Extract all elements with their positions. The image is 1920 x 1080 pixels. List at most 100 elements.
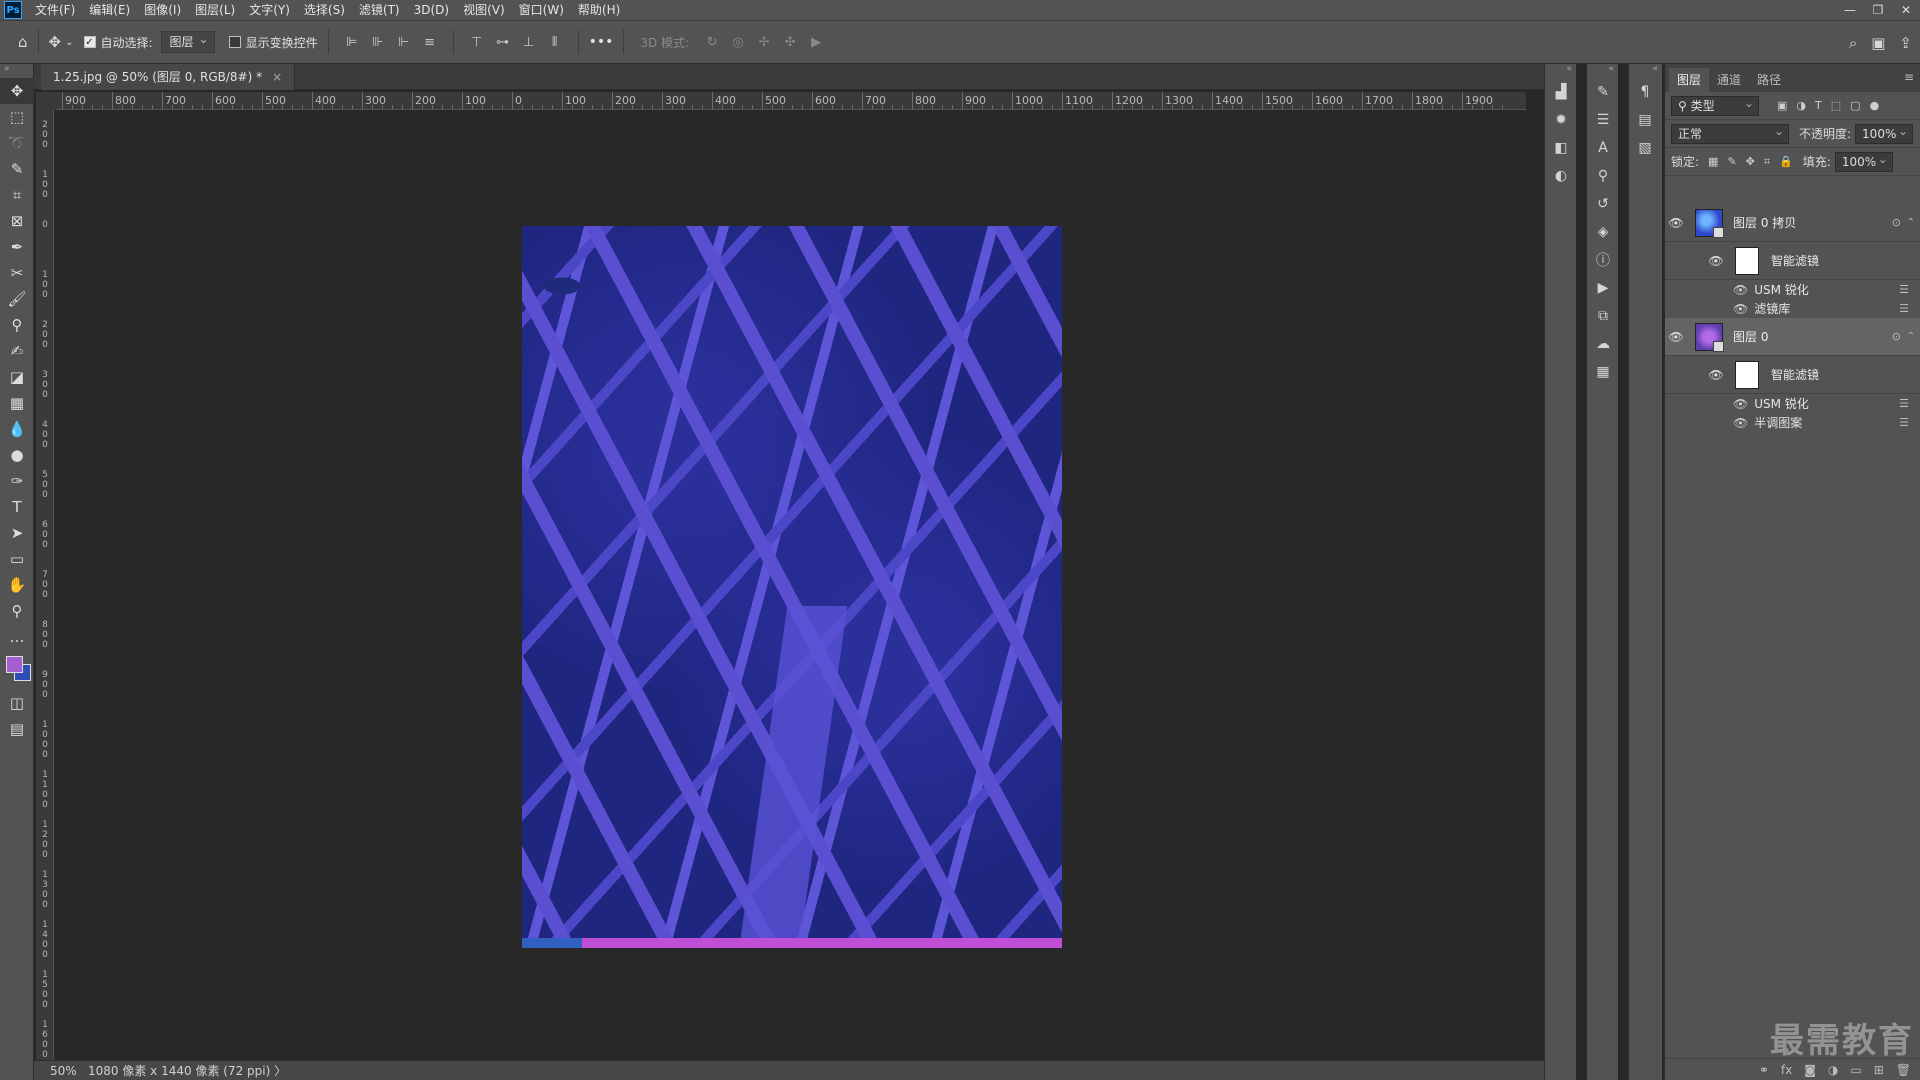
layer-row[interactable]: 👁 图层 0 拷贝 ⊙ ⌃ [1665,204,1920,242]
info-icon[interactable]: ⓘ [1587,246,1619,274]
expand-icon[interactable]: » [0,64,33,78]
filter-options-icon[interactable]: ☰ [1899,416,1909,429]
brush-tool-icon[interactable]: 🖌 [0,286,34,312]
rectangle-tool-icon[interactable]: ▭ [0,546,34,572]
align-right-icon[interactable]: ⊩ [395,33,413,51]
visibility-eye-icon[interactable]: 👁 [1733,416,1748,430]
close-button[interactable]: ✕ [1892,0,1920,20]
add-mask-icon[interactable]: ◙ [1804,1063,1816,1077]
navigator-icon[interactable]: ✹ [1545,106,1577,134]
menu-select[interactable]: 选择(S) [297,0,352,20]
gradient-tool-icon[interactable]: ▦ [0,390,34,416]
lock-all-icon[interactable]: 🔒 [1779,155,1793,168]
new-adjustment-icon[interactable]: ◑ [1828,1063,1838,1077]
libraries-icon[interactable]: ◧ [1545,134,1577,162]
tab-channels[interactable]: 通道 [1709,68,1749,92]
document-tab[interactable]: 1.25.jpg @ 50% (图层 0, RGB/8#) * × [41,64,296,90]
actions-icon[interactable]: ▶ [1587,274,1619,302]
layer-name[interactable]: 图层 0 拷贝 [1733,214,1796,231]
visibility-eye-icon[interactable]: 👁 [1705,254,1727,268]
filter-mask-thumbnail[interactable] [1735,246,1759,275]
filter-item[interactable]: 👁 滤镜库 ☰ [1665,299,1920,318]
brushes-icon[interactable]: ☰ [1587,106,1619,134]
type-filter-icon[interactable]: T [1815,99,1822,112]
auto-select-dropdown[interactable]: 图层 [160,29,215,53]
visibility-eye-icon[interactable]: 👁 [1733,397,1748,411]
dodge-tool-icon[interactable]: ● [0,442,34,468]
status-menu-arrow[interactable]: 〉 [274,1062,286,1079]
shape-filter-icon[interactable]: ⬚ [1831,99,1841,112]
more-options-button[interactable]: ••• [589,34,614,50]
panel-menu-icon[interactable]: ≡ [1904,70,1914,84]
pan-3d-icon[interactable]: ✢ [755,33,773,51]
align-center-icon[interactable]: ⊪ [369,33,387,51]
lasso-tool-icon[interactable]: ➰ [0,130,34,156]
distribute-horizontal-icon[interactable]: ⦀ [546,33,564,51]
filter-item[interactable]: 👁 半调图案 ☰ [1665,413,1920,432]
vertical-ruler[interactable]: 200 100 0 100 200 300 400 500 600 700 800 900 1000 11… [36,110,54,1060]
adjustment-filter-icon[interactable]: ◑ [1796,99,1806,112]
show-transform-checkbox[interactable] [228,36,241,48]
home-icon[interactable]: ⌂ [18,30,28,54]
menu-layer[interactable]: 图层(L) [188,0,242,20]
character-icon[interactable]: A [1587,134,1619,162]
filter-item[interactable]: 👁 USM 锐化 ☰ [1665,394,1920,413]
3d-panel-icon[interactable]: ☁ [1587,330,1619,358]
menu-file[interactable]: 文件(F) [28,0,82,20]
delete-layer-icon[interactable]: 🗑 [1896,1063,1911,1077]
smart-filter-row[interactable]: 👁 智能滤镜 [1665,356,1920,394]
filter-options-icon[interactable]: ☰ [1899,397,1909,410]
filter-item[interactable]: 👁 USM 锐化 ☰ [1665,280,1920,299]
clone-source-icon[interactable]: ⚲ [1587,162,1619,190]
menu-edit[interactable]: 编辑(E) [82,0,137,20]
new-group-icon[interactable]: ▭ [1850,1063,1861,1077]
zoom-level[interactable]: 50% [34,1064,77,1078]
collapse-icon[interactable]: « [1587,64,1618,78]
stamp-tool-icon[interactable]: ⚲ [0,312,34,338]
lock-artboard-icon[interactable]: ⌗ [1764,155,1770,169]
tab-paths[interactable]: 路径 [1749,68,1789,92]
layer-style-icon[interactable]: fx [1781,1063,1792,1077]
smart-filter-link-icon[interactable]: ⊙ [1892,216,1901,229]
collapse-effects-icon[interactable]: ⌃ [1907,331,1915,342]
paragraph-styles-icon[interactable]: ▤ [1629,106,1661,134]
notes-icon[interactable]: ▧ [1629,134,1661,162]
blur-tool-icon[interactable]: 💧 [0,416,34,442]
restore-button[interactable]: ❐ [1864,0,1892,20]
histogram-icon[interactable]: ▟ [1545,78,1577,106]
timeline-icon[interactable]: ▦ [1587,358,1619,386]
history-brush-icon[interactable]: ✍ [0,338,34,364]
history-icon[interactable]: ↺ [1587,190,1619,218]
tab-layers[interactable]: 图层 [1669,68,1710,92]
visibility-eye-icon[interactable]: 👁 [1733,302,1748,316]
path-select-tool-icon[interactable]: ➤ [0,520,34,546]
menu-image[interactable]: 图像(I) [137,0,188,20]
lock-pixels-icon[interactable]: ✎ [1727,155,1736,168]
filter-toggle-icon[interactable]: ● [1870,99,1880,112]
lock-transparent-icon[interactable]: ▦ [1708,155,1718,168]
pixel-filter-icon[interactable]: ▣ [1777,99,1787,112]
ruler-corner[interactable] [36,92,56,110]
smart-object-filter-icon[interactable]: ▢ [1850,99,1860,112]
search-icon[interactable]: ⌕ [1849,31,1857,55]
align-bottom-icon[interactable]: ⊥ [520,33,538,51]
filter-options-icon[interactable]: ☰ [1899,302,1909,315]
healing-tool-icon[interactable]: ✂ [0,260,34,286]
properties-icon[interactable]: ◈ [1587,218,1619,246]
marquee-tool-icon[interactable]: ⬚ [0,104,34,130]
type-tool-icon[interactable]: T [0,494,34,520]
menu-view[interactable]: 视图(V) [456,0,512,20]
menu-help[interactable]: 帮助(H) [571,0,627,20]
lock-position-icon[interactable]: ✥ [1746,155,1755,168]
close-tab-icon[interactable]: × [272,70,282,84]
auto-select-checkbox[interactable]: ✓ [83,36,96,48]
opacity-input[interactable]: 100% [1855,122,1914,144]
quick-select-tool-icon[interactable]: ✎ [0,156,34,182]
align-left-icon[interactable]: ⊫ [343,33,361,51]
align-middle-icon[interactable]: ⊶ [494,33,512,51]
visibility-eye-icon[interactable]: 👁 [1665,216,1687,230]
quick-mask-icon[interactable]: ◫ [0,690,34,716]
slide-3d-icon[interactable]: ✣ [781,33,799,51]
smart-filter-link-icon[interactable]: ⊙ [1892,330,1901,343]
filter-options-icon[interactable]: ☰ [1899,283,1909,296]
